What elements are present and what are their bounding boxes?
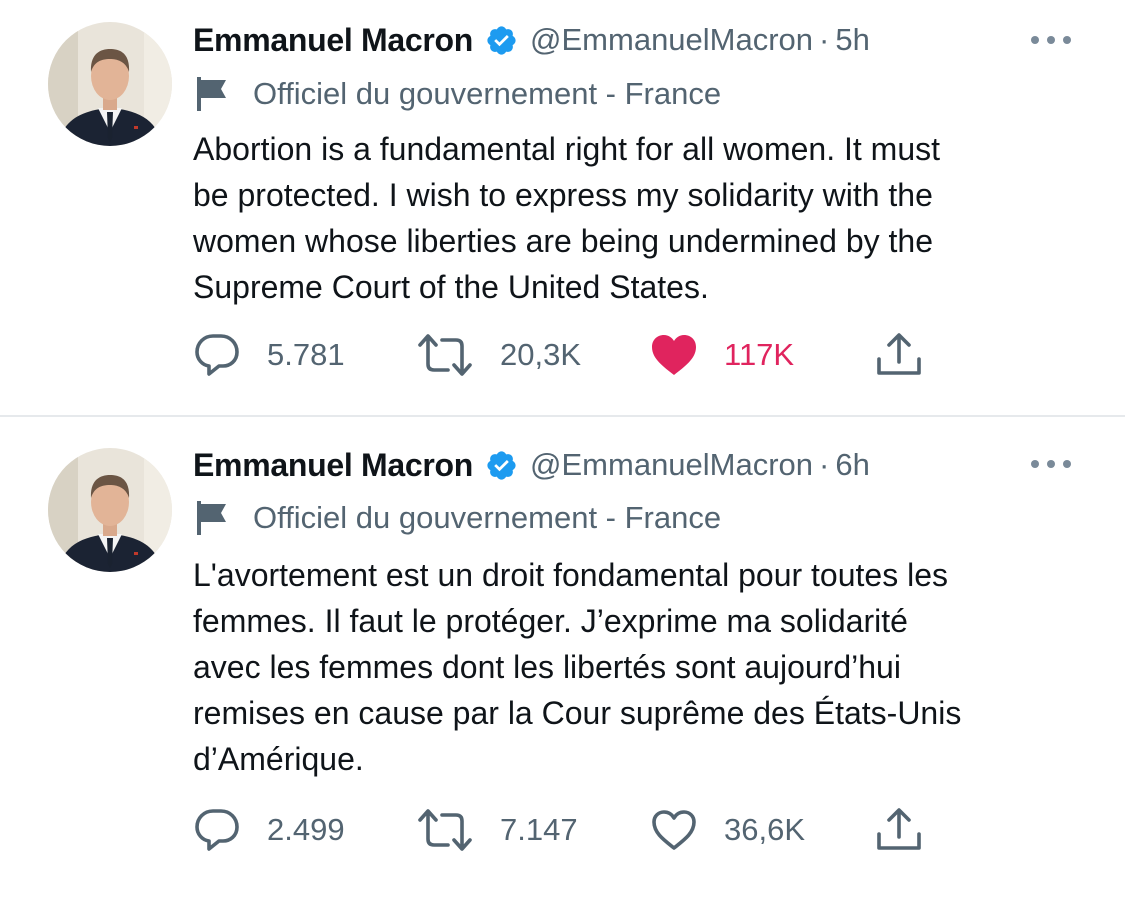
share-button[interactable] xyxy=(874,330,924,380)
reply-count: 5.781 xyxy=(267,337,345,372)
flag-icon xyxy=(193,75,233,113)
tweet-text-line: avec les femmes dont les libertés sont a… xyxy=(193,649,901,685)
verified-badge-icon xyxy=(485,449,518,482)
retweet-button[interactable]: 20,3K xyxy=(416,330,581,380)
tweet-text-line: remises en cause par la Cour suprême des… xyxy=(193,695,962,731)
reply-count: 2.499 xyxy=(267,812,345,847)
tweet-time[interactable]: 6h xyxy=(835,447,869,483)
author-name[interactable]: Emmanuel Macron xyxy=(193,22,473,59)
verified-badge-icon xyxy=(485,24,518,57)
heart-outline-icon xyxy=(650,807,698,853)
reply-icon xyxy=(193,332,241,378)
tweet-text-line: be protected. I wish to express my solid… xyxy=(193,177,933,213)
tweet[interactable]: Emmanuel Macron @EmmanuelMacron · 6h Off… xyxy=(0,418,1125,904)
heart-filled-icon xyxy=(650,332,698,378)
share-icon xyxy=(874,806,924,854)
tweet-text-line: Supreme Court of the United States. xyxy=(193,269,709,305)
like-button[interactable]: 117K xyxy=(650,330,794,380)
reply-button[interactable]: 2.499 xyxy=(193,805,345,855)
like-count: 36,6K xyxy=(724,812,806,847)
retweet-count: 7.147 xyxy=(500,812,578,847)
tweet-text-line: femmes. Il faut le protéger. J’exprime m… xyxy=(193,603,908,639)
retweet-count: 20,3K xyxy=(500,337,582,372)
share-icon xyxy=(874,331,924,379)
more-options-icon[interactable] xyxy=(1028,454,1074,474)
avatar[interactable] xyxy=(48,448,172,572)
tweet-actions: 2.499 7.147 36,6K xyxy=(0,805,1125,855)
like-button[interactable]: 36,6K xyxy=(650,805,805,855)
tweet-header: Emmanuel Macron @EmmanuelMacron · 5h xyxy=(193,19,870,61)
more-options-icon[interactable] xyxy=(1028,30,1074,50)
tweet-text: L'avortement est un droit fondamental po… xyxy=(193,552,1093,782)
tweet-text: Abortion is a fundamental right for all … xyxy=(193,126,1093,310)
government-label: Officiel du gouvernement - France xyxy=(193,498,721,538)
reply-icon xyxy=(193,807,241,853)
tweet-header: Emmanuel Macron @EmmanuelMacron · 6h xyxy=(193,444,870,486)
government-label-text: Officiel du gouvernement - France xyxy=(253,500,722,535)
tweet-text-line: Abortion is a fundamental right for all … xyxy=(193,131,941,167)
retweet-icon xyxy=(416,807,474,853)
avatar[interactable] xyxy=(48,22,172,146)
retweet-button[interactable]: 7.147 xyxy=(416,805,578,855)
author-handle[interactable]: @EmmanuelMacron xyxy=(530,447,813,483)
tweet-time[interactable]: 5h xyxy=(835,22,869,58)
tweet[interactable]: Emmanuel Macron @EmmanuelMacron · 5h Off… xyxy=(0,0,1125,416)
author-name[interactable]: Emmanuel Macron xyxy=(193,447,473,484)
tweet-actions: 5.781 20,3K 117K xyxy=(0,330,1125,380)
like-count: 117K xyxy=(724,337,795,372)
tweet-text-line: d’Amérique. xyxy=(193,741,364,777)
share-button[interactable] xyxy=(874,805,924,855)
tweet-text-line: women whose liberties are being undermin… xyxy=(193,223,933,259)
author-handle[interactable]: @EmmanuelMacron xyxy=(530,22,813,58)
separator-dot: · xyxy=(819,447,830,482)
government-label: Officiel du gouvernement - France xyxy=(193,74,721,114)
government-label-text: Officiel du gouvernement - France xyxy=(253,76,722,111)
separator-dot: · xyxy=(819,22,830,57)
tweet-divider xyxy=(0,415,1125,417)
flag-icon xyxy=(193,499,233,537)
retweet-icon xyxy=(416,332,474,378)
reply-button[interactable]: 5.781 xyxy=(193,330,345,380)
tweet-text-line: L'avortement est un droit fondamental po… xyxy=(193,557,948,593)
